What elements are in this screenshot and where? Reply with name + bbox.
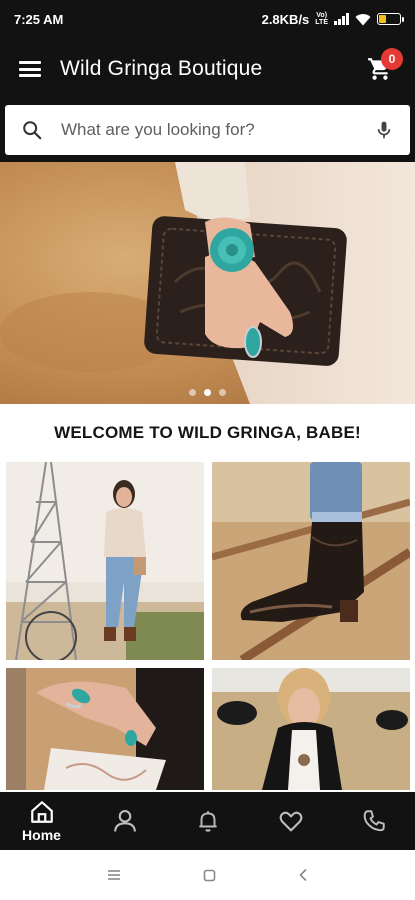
search-input[interactable] <box>61 120 374 140</box>
system-navigation-bar <box>0 850 415 900</box>
app-bar: Wild Gringa Boutique 0 <box>0 38 415 100</box>
search-box[interactable] <box>5 105 410 155</box>
recent-apps-icon[interactable] <box>107 869 121 881</box>
network-speed: 2.8KB/s <box>261 11 310 27</box>
status-bar: 7:25 AM 2.8KB/s Vo) LTE <box>0 0 415 38</box>
carousel-dot[interactable] <box>189 389 196 396</box>
collection-tile-pasture[interactable] <box>212 668 410 790</box>
nav-wishlist[interactable] <box>261 792 321 850</box>
collection-tile-jewelry[interactable] <box>6 668 204 790</box>
collection-tile-western-outfit[interactable] <box>6 462 204 660</box>
collection-image-pasture <box>212 668 410 790</box>
heart-icon <box>279 811 302 832</box>
cell-signal-icon <box>334 13 349 25</box>
phone-icon <box>363 810 385 832</box>
search-bar-container <box>0 100 415 162</box>
app-title: Wild Gringa Boutique <box>60 57 263 80</box>
bottom-navigation: Home <box>0 792 415 850</box>
volte-badge-top: Vo) <box>316 12 328 19</box>
nav-account[interactable] <box>95 792 155 850</box>
nav-notifications[interactable] <box>178 792 238 850</box>
hero-carousel[interactable] <box>0 162 415 404</box>
volte-badge-bottom: LTE <box>315 19 328 26</box>
carousel-dot[interactable] <box>219 389 226 396</box>
home-icon <box>30 801 53 823</box>
status-indicators: 2.8KB/s Vo) LTE <box>261 11 404 27</box>
search-icon[interactable] <box>21 119 43 141</box>
welcome-heading: WELCOME TO WILD GRINGA, BABE! <box>54 423 361 442</box>
collection-image-boots <box>212 462 410 660</box>
wifi-icon <box>355 13 371 25</box>
microphone-icon[interactable] <box>374 119 394 141</box>
collection-tile-boots[interactable] <box>212 462 410 660</box>
nav-contact[interactable] <box>344 792 404 850</box>
cart-button[interactable]: 0 <box>363 48 403 86</box>
home-square-icon[interactable] <box>203 869 216 882</box>
bell-icon <box>198 811 217 832</box>
carousel-dots <box>0 389 415 396</box>
volte-badge: Vo) LTE <box>315 12 328 26</box>
battery-icon <box>377 13 404 25</box>
back-icon[interactable] <box>298 868 308 882</box>
cart-count-badge: 0 <box>381 48 403 70</box>
collection-grid <box>6 462 410 790</box>
carousel-dot-active[interactable] <box>204 389 211 396</box>
hamburger-menu-icon[interactable] <box>18 59 42 79</box>
hero-banner-image <box>0 162 415 404</box>
user-icon <box>113 810 136 832</box>
nav-home-label: Home <box>22 827 61 843</box>
collection-image-jewelry <box>6 668 204 790</box>
nav-home[interactable]: Home <box>12 792 72 850</box>
status-time: 7:25 AM <box>14 11 64 27</box>
collection-image-western-outfit <box>6 462 204 660</box>
